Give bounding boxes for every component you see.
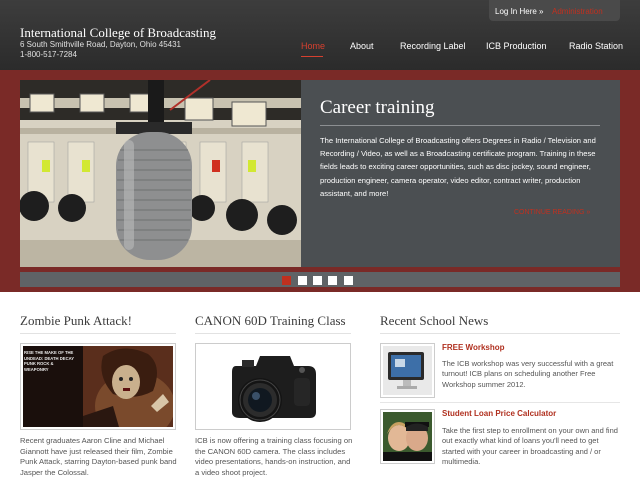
slide-dot-1[interactable]	[282, 276, 291, 285]
news-thumb-workshop[interactable]	[380, 343, 435, 398]
graduates-image	[383, 412, 432, 461]
hero-photo	[20, 80, 301, 267]
zombie-body: Recent graduates Aaron Cline and Michael…	[20, 436, 177, 477]
zombie-poster-text: RISE THE MAKE OF THE UNDEAD: DEATH DECAY…	[24, 350, 74, 372]
news-divider	[380, 333, 620, 334]
news-item-loan-body: Take the first step to enrollment on you…	[442, 426, 618, 466]
news-item-workshop-body: The ICB workshop was very successful wit…	[442, 359, 614, 389]
news-item-divider	[380, 402, 620, 403]
monitor-image	[383, 346, 432, 395]
slide-dot-3[interactable]	[313, 276, 322, 285]
hero-title: Career training	[320, 97, 435, 118]
nav-item-about[interactable]: About	[350, 41, 374, 51]
news-title: Recent School News	[380, 313, 489, 328]
news-item-loan-title[interactable]: Student Loan Price Calculator	[442, 409, 556, 418]
nav-item-home[interactable]: Home	[301, 41, 325, 51]
brand-address: 6 South Smithville Road, Dayton, Ohio 45…	[20, 40, 181, 49]
nav-item-radio-station[interactable]: Radio Station	[569, 41, 623, 51]
administration-link[interactable]: Administration	[552, 7, 603, 16]
hero-body: The International College of Broadcastin…	[320, 136, 596, 198]
brand-name[interactable]: International College of Broadcasting	[20, 26, 216, 40]
news-thumb-loan[interactable]	[380, 409, 435, 464]
studio-microphone-image	[20, 80, 301, 267]
brand-phone: 1-800-517-7284	[20, 50, 77, 59]
canon-title[interactable]: CANON 60D Training Class	[195, 313, 346, 329]
slide-dot-4[interactable]	[328, 276, 337, 285]
slide-dot-5[interactable]	[344, 276, 353, 285]
site-header: International College of Broadcasting 6 …	[0, 0, 640, 70]
nav-item-icb-production[interactable]: ICB Production	[486, 41, 547, 51]
slide-dot-2[interactable]	[298, 276, 307, 285]
canon-divider	[195, 333, 351, 334]
hero-divider	[320, 125, 600, 126]
brand[interactable]: International College of Broadcasting 6 …	[20, 26, 216, 60]
continue-reading-link[interactable]: CONTINUE READING »	[514, 209, 590, 216]
nav-active-indicator	[301, 56, 323, 57]
camera-image	[198, 346, 348, 427]
zombie-title[interactable]: Zombie Punk Attack!	[20, 313, 132, 329]
login-tab: Log In Here » Administration	[489, 0, 620, 21]
zombie-divider	[20, 333, 176, 334]
nav-item-recording-label[interactable]: Recording Label	[400, 41, 466, 51]
news-item-workshop-title[interactable]: FREE Workshop	[442, 343, 505, 352]
canon-body: ICB is now offering a training class foc…	[195, 436, 353, 477]
canon-photo[interactable]	[195, 343, 351, 430]
login-link[interactable]: Log In Here »	[495, 7, 543, 16]
